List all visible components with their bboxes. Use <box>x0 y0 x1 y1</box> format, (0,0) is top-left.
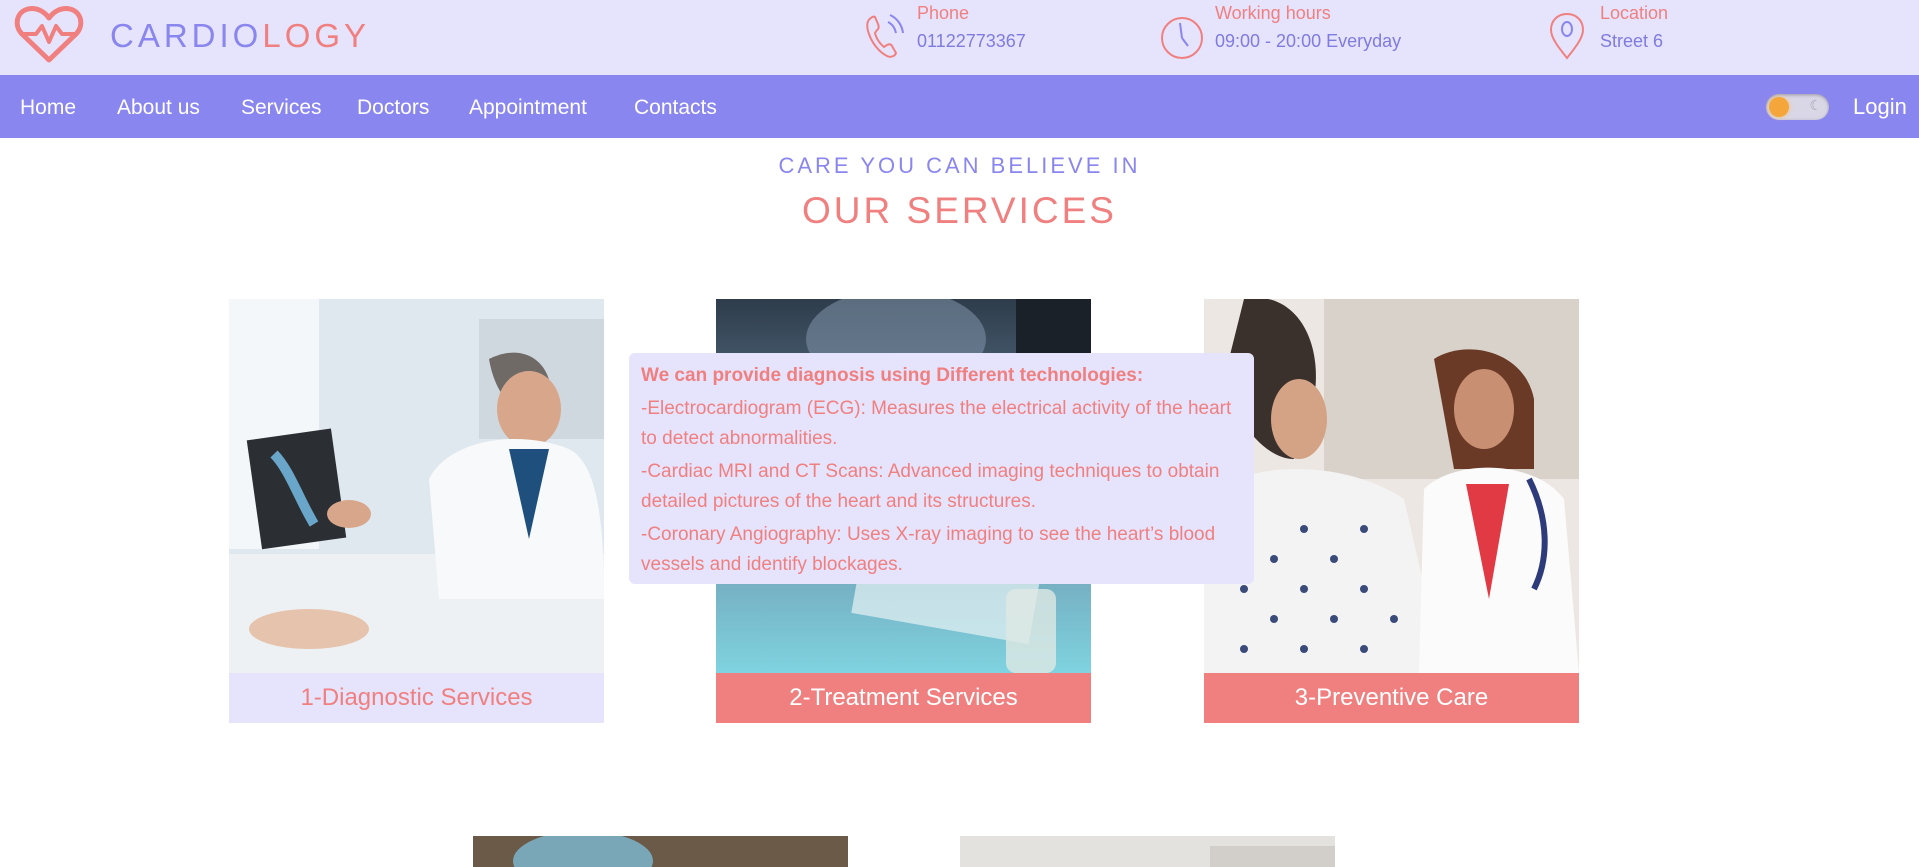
nav-home[interactable]: Home <box>20 96 76 120</box>
tooltip-title: We can provide diagnosis using Different… <box>641 365 1144 386</box>
hours-label: Working hours <box>1215 3 1331 23</box>
service-card-diagnostic[interactable]: 1-Diagnostic Services <box>229 299 604 723</box>
location-value[interactable]: Street 6 <box>1600 31 1663 52</box>
moon-icon: ☾ <box>1809 98 1822 114</box>
phone-icon <box>866 14 904 58</box>
nav-about-us[interactable]: About us <box>117 96 200 120</box>
theme-toggle[interactable]: ☾ <box>1766 94 1829 120</box>
doctor-xray-photo <box>229 299 604 673</box>
nav-appointment[interactable]: Appointment <box>469 96 587 120</box>
service-caption: 2-Treatment Services <box>716 673 1091 723</box>
service-caption: 1-Diagnostic Services <box>229 673 604 723</box>
preventive-care-photo <box>1204 299 1579 673</box>
brand-part-1: CARDIO <box>110 17 263 54</box>
section-eyebrow: CARE YOU CAN BELIEVE IN <box>778 153 1141 178</box>
service-card-preventive[interactable]: 3-Preventive Care <box>1204 299 1579 723</box>
phone-label: Phone <box>917 3 970 23</box>
main-navbar: Home About us Services Doctors Appointme… <box>0 75 1919 138</box>
top-info-bar: CARDIOLOGY Phone 01122773367 Working hou… <box>0 0 1919 75</box>
heart-logo-icon[interactable] <box>14 4 84 64</box>
brand-part-2: LOGY <box>262 17 371 54</box>
service-photo-4 <box>473 836 848 867</box>
sun-icon <box>1769 97 1789 117</box>
service-tooltip: We can provide diagnosis using Different… <box>629 353 1254 584</box>
tooltip-line: -Cardiac MRI and CT Scans: Advanced imag… <box>641 461 1220 512</box>
clock-icon <box>1161 17 1203 59</box>
tooltip-line: -Coronary Angiography: Uses X-ray imagin… <box>641 524 1216 575</box>
brand-name[interactable]: CARDIOLOGY <box>110 17 370 55</box>
location-pin-icon <box>1549 12 1585 60</box>
section-title: OUR SERVICES <box>802 190 1117 231</box>
login-link[interactable]: Login <box>1853 94 1907 120</box>
nav-contacts[interactable]: Contacts <box>634 96 717 120</box>
nav-services[interactable]: Services <box>241 96 322 120</box>
location-label: Location <box>1600 3 1669 23</box>
hours-value: 09:00 - 20:00 Everyday <box>1215 31 1402 51</box>
phone-value[interactable]: 01122773367 <box>917 31 1026 52</box>
nav-doctors[interactable]: Doctors <box>357 96 429 120</box>
service-photo-5 <box>960 836 1335 867</box>
tooltip-line: -Electrocardiogram (ECG): Measures the e… <box>641 398 1232 449</box>
service-caption: 3-Preventive Care <box>1204 673 1579 723</box>
